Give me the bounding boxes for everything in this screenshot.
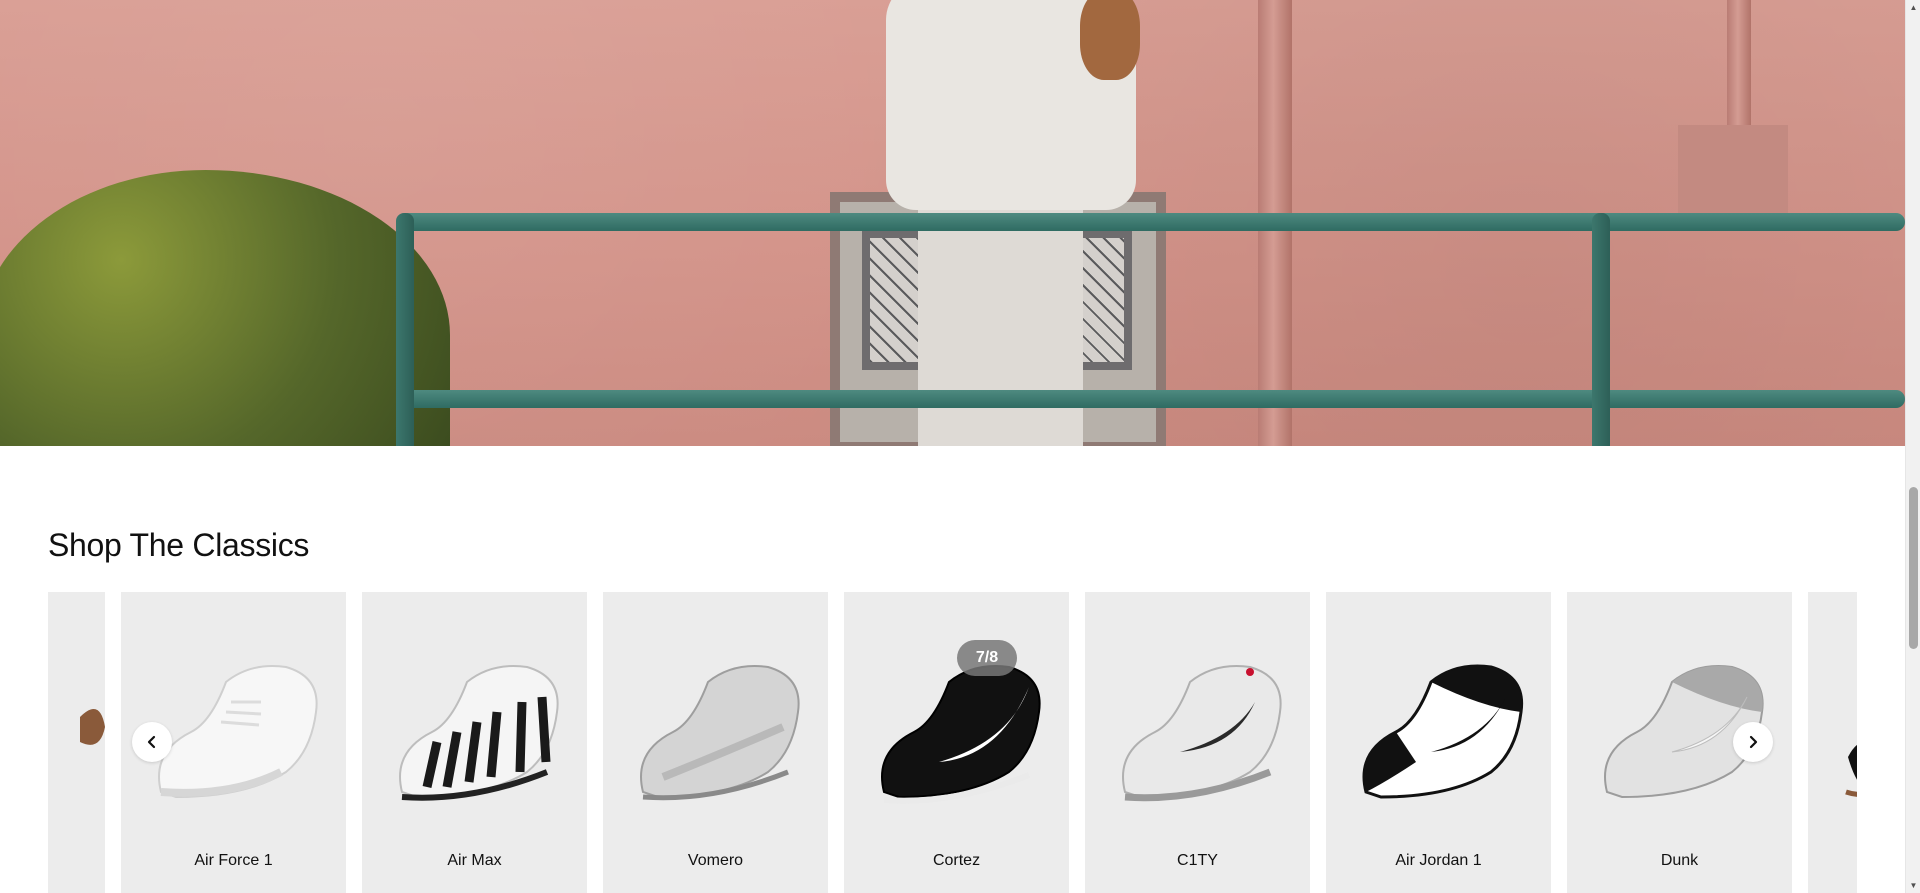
product-card[interactable]: Air Max [362,592,587,893]
rail-top [400,213,1905,231]
shoe-image [1845,744,1857,797]
chevron-right-icon [1749,735,1758,749]
product-label: Vomero [687,852,744,869]
scroll-up-arrow-icon[interactable]: ▲ [1906,0,1920,15]
shoe-carousel[interactable]: Air Force 1 Air Max Vomero Cortez C1TY A… [48,592,1857,893]
person-legs [918,200,1083,446]
product-label: Dunk [1660,852,1699,869]
carousel-next-button[interactable] [1733,722,1773,762]
shoe-image [881,665,1041,804]
product-label: Air Jordan 1 [1395,852,1482,869]
shoe-image [1122,665,1282,802]
product-card[interactable]: Cortez [844,592,1069,893]
rail-bottom [400,390,1905,408]
wall-pipe-right [1727,0,1751,128]
carousel-track: Air Force 1 Air Max Vomero Cortez C1TY A… [48,592,1857,893]
shoe-image [1362,664,1524,799]
shoe-image [640,665,800,801]
section-title: Shop The Classics [48,527,310,563]
hero-image[interactable] [0,0,1905,446]
person-hair [1080,0,1140,80]
wall-box [1678,125,1788,217]
product-card[interactable]: Vomero [603,592,828,893]
rail-post-right [1592,213,1610,446]
product-card[interactable] [48,592,105,893]
carousel-counter-badge: 7/8 [957,640,1017,676]
product-label: Cortez [932,852,981,869]
rail-post-left [396,213,414,446]
chevron-left-icon [147,735,156,749]
shoe-image [80,709,105,745]
product-card[interactable] [1808,592,1857,893]
carousel-prev-button[interactable] [132,722,172,762]
scrollbar-thumb[interactable] [1909,487,1918,649]
shoe-image [1604,665,1764,799]
page: Shop The Classics Air Force 1 Air Max Vo… [0,0,1905,893]
scroll-down-arrow-icon[interactable]: ▼ [1906,878,1920,893]
product-card[interactable]: Air Jordan 1 [1326,592,1551,893]
page-scrollbar[interactable]: ▲ ▼ [1905,0,1920,893]
product-label: Air Max [447,852,502,869]
product-card[interactable]: C1TY [1085,592,1310,893]
product-label: C1TY [1177,852,1218,869]
product-label: Air Force 1 [194,852,273,869]
shoe-image [399,665,559,801]
shoe-image [158,665,318,799]
